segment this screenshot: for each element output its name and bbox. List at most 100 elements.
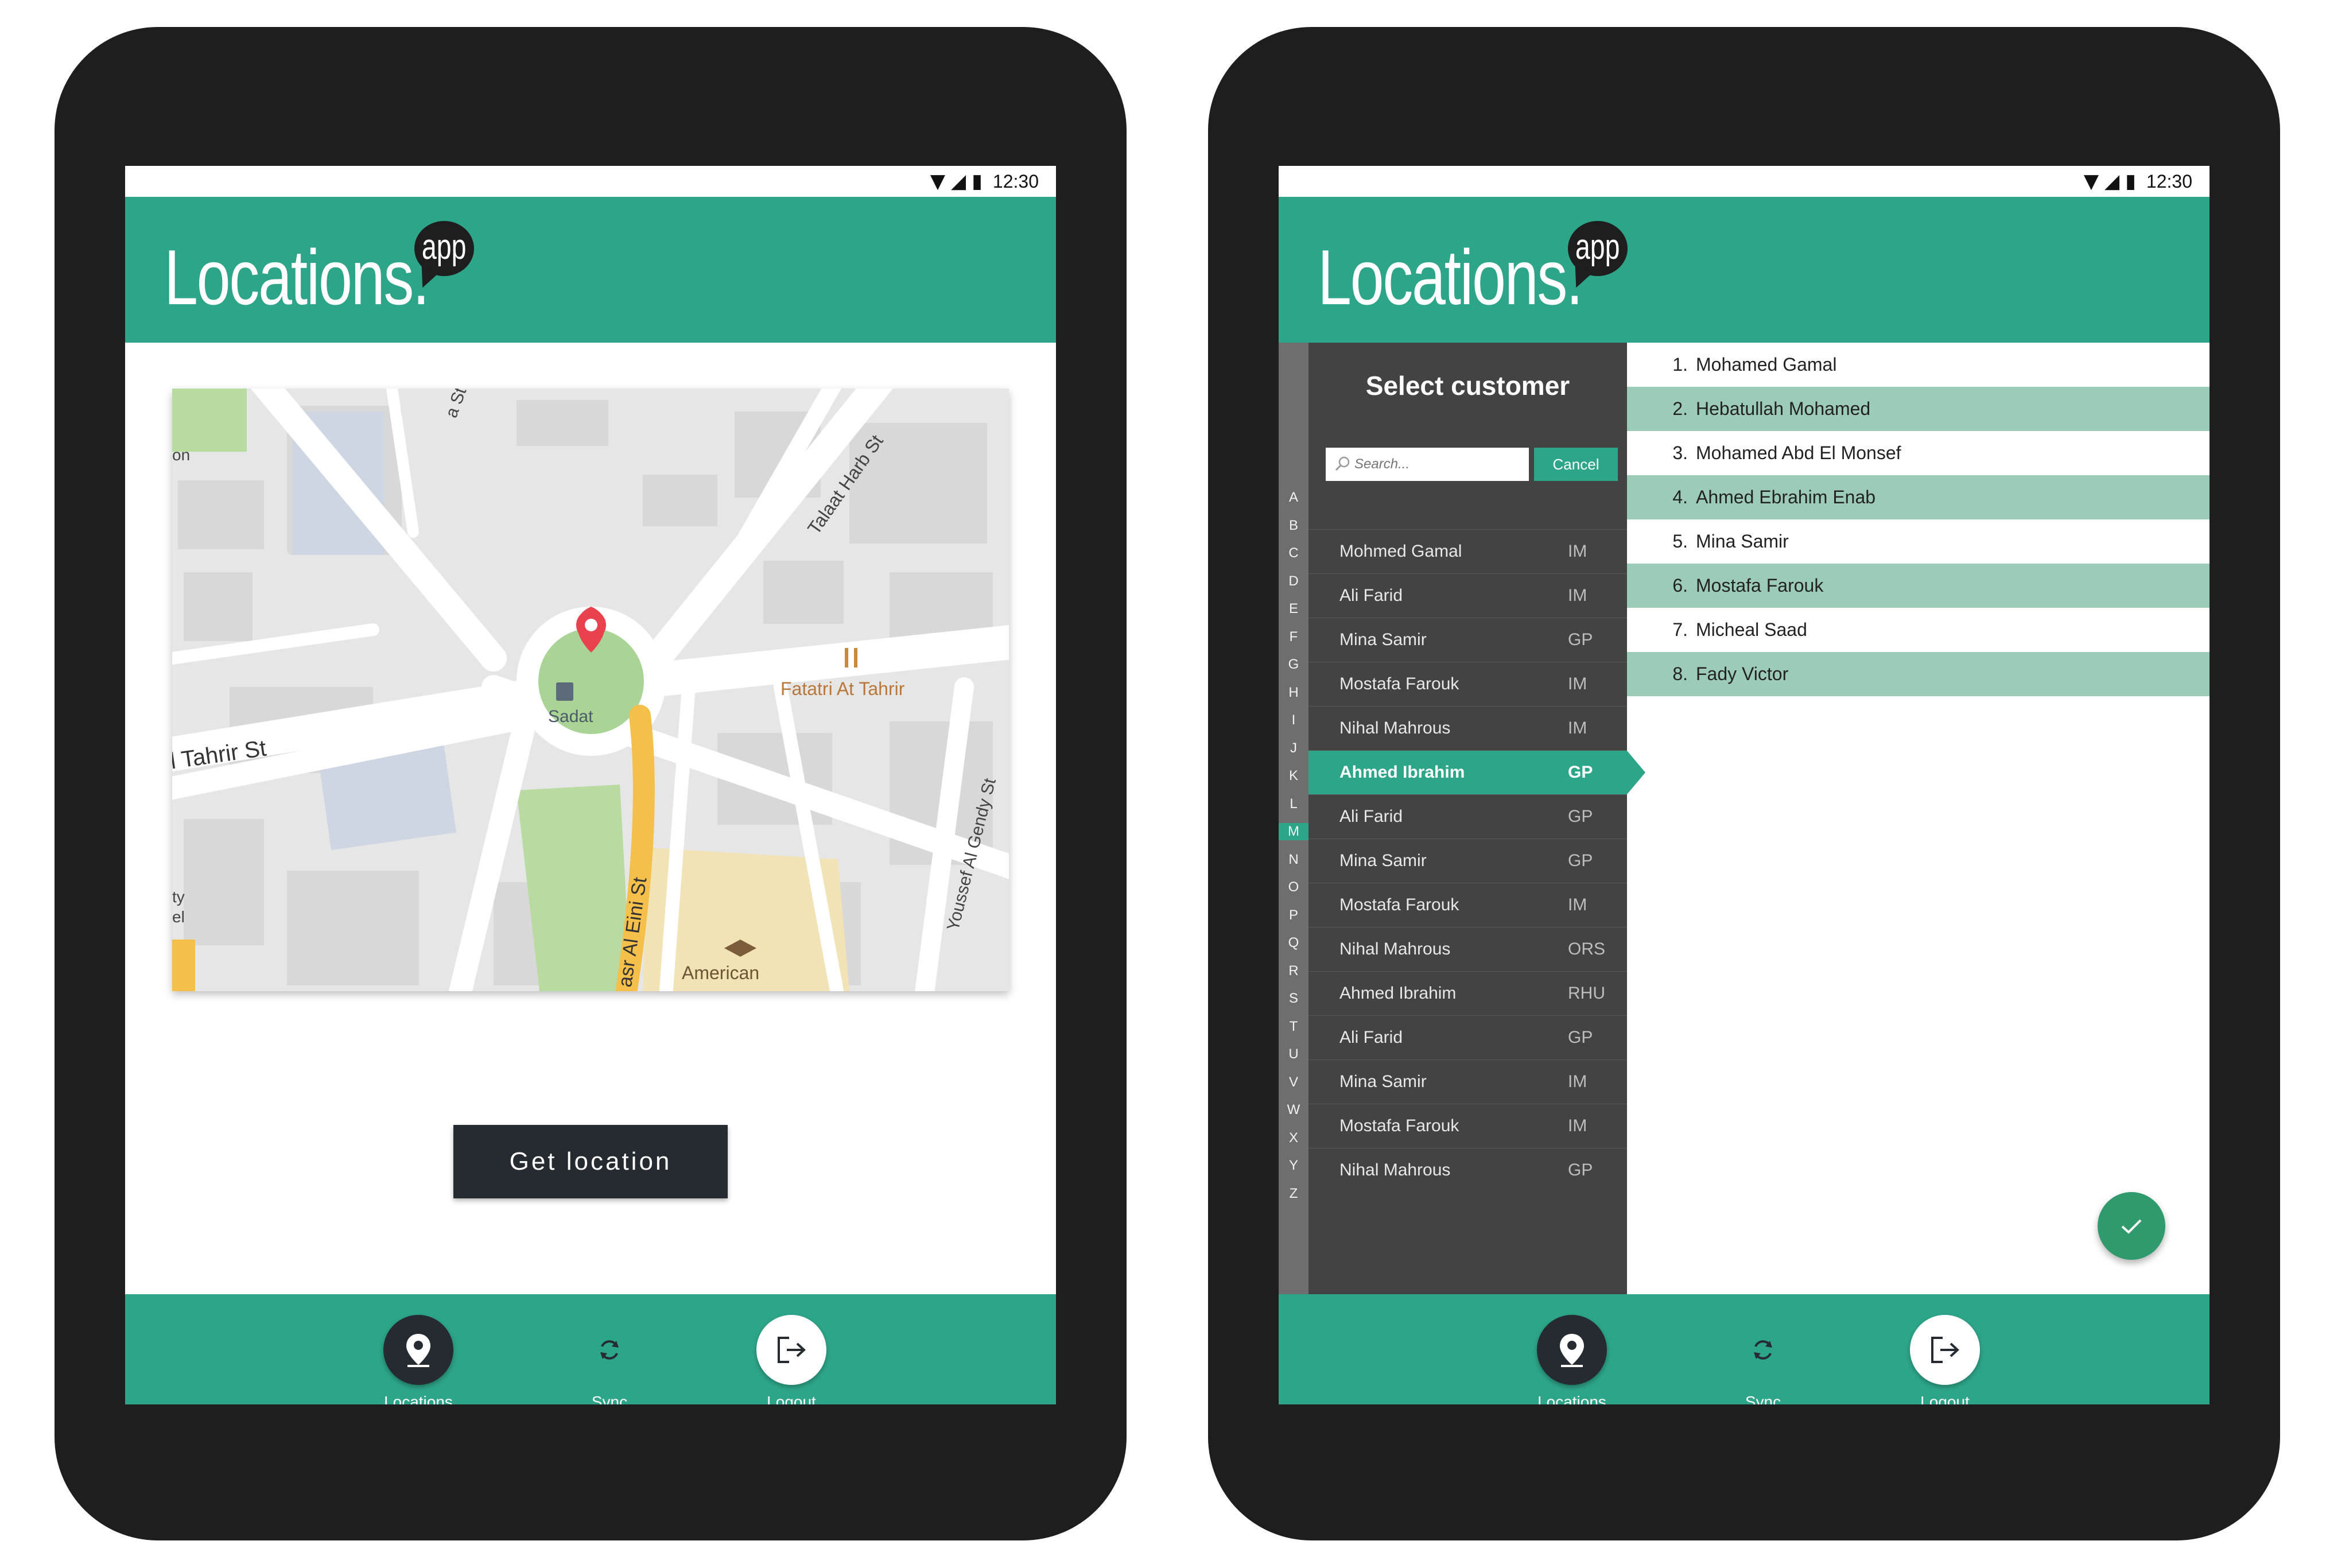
- map-pin-icon: [1560, 1334, 1584, 1367]
- alphabet-letter-c[interactable]: C: [1279, 545, 1308, 562]
- customer-name: Ali Farid: [1339, 807, 1403, 826]
- customer-code: IM: [1568, 674, 1587, 693]
- alphabet-letter-u[interactable]: U: [1279, 1046, 1308, 1063]
- battery-icon: ▮: [972, 170, 983, 193]
- alphabet-letter-t[interactable]: T: [1279, 1018, 1308, 1035]
- alphabet-letter-x[interactable]: X: [1279, 1130, 1308, 1147]
- customer-name: Ahmed Ibrahim: [1339, 984, 1457, 1003]
- nav-sync[interactable]: Sync: [1706, 1315, 1820, 1404]
- customer-row[interactable]: Mostafa Farouk IM: [1308, 662, 1627, 706]
- panel-title: Select customer: [1365, 371, 1570, 401]
- map-label-fatatri: Fatatri At Tahrir: [780, 678, 905, 699]
- alphabet-letter-w[interactable]: W: [1279, 1101, 1308, 1119]
- alphabet-letter-p[interactable]: P: [1279, 907, 1308, 924]
- selected-customer-row[interactable]: 5. Mina Samir: [1627, 519, 2209, 564]
- nav-locations-circle[interactable]: [1537, 1315, 1607, 1385]
- customer-row[interactable]: Ali Farid GP: [1308, 794, 1627, 839]
- selected-customer-number: 5.: [1672, 531, 1688, 552]
- app-logo-badge: app: [414, 221, 474, 276]
- nav-sync-circle[interactable]: [1728, 1315, 1798, 1385]
- location-screen: ▼ ◢ ▮ 12:30 Locations. app l Tahrir St T…: [125, 166, 1056, 1404]
- alphabet-letter-v[interactable]: V: [1279, 1074, 1308, 1091]
- customer-name: Mina Samir: [1339, 1072, 1427, 1091]
- nav-logout[interactable]: Logout: [1888, 1315, 2002, 1404]
- app-logo-text: Locations.: [1318, 234, 1583, 321]
- status-time: 12:30: [992, 170, 1039, 192]
- nav-sync-circle[interactable]: [574, 1315, 644, 1385]
- alphabet-letter-j[interactable]: J: [1279, 740, 1308, 757]
- selected-customer-row[interactable]: 8. Fady Victor: [1627, 652, 2209, 696]
- nav-locations-label: Locations: [384, 1393, 453, 1404]
- app-header: Locations. app: [125, 197, 1056, 343]
- nav-logout-circle[interactable]: [756, 1315, 826, 1385]
- nav-logout[interactable]: Logout: [734, 1315, 849, 1404]
- nav-locations[interactable]: Locations: [361, 1315, 476, 1404]
- nav-locations[interactable]: Locations: [1515, 1315, 1629, 1404]
- customer-row[interactable]: Ahmed Ibrahim GP: [1308, 750, 1645, 794]
- tablet-device-right: ▼ ◢ ▮ 12:30 Locations. app ABCDEFGHIJKLM…: [1208, 27, 2280, 1540]
- confirm-fab-button[interactable]: [2098, 1192, 2165, 1260]
- customer-list: Mohmed Gamal IM Ali Farid IM Mina Samir GP Mos…: [1308, 529, 1645, 1192]
- alphabet-letter-a[interactable]: A: [1279, 489, 1308, 506]
- alphabet-letter-o[interactable]: O: [1279, 879, 1308, 896]
- alphabet-letter-i[interactable]: I: [1279, 712, 1308, 729]
- customer-row[interactable]: Mohmed Gamal IM: [1308, 529, 1627, 573]
- selected-customer-row[interactable]: 3. Mohamed Abd El Monsef: [1627, 431, 2209, 475]
- customer-row[interactable]: Nihal Mahrous GP: [1308, 1148, 1627, 1192]
- alphabet-letter-y[interactable]: Y: [1279, 1157, 1308, 1174]
- customer-code: IM: [1568, 895, 1587, 914]
- status-bar: ▼ ◢ ▮ 12:30: [1279, 166, 2209, 197]
- customer-code: GP: [1568, 1161, 1593, 1179]
- alphabet-letter-f[interactable]: F: [1279, 628, 1308, 646]
- selected-customer-row[interactable]: 6. Mostafa Farouk: [1627, 564, 2209, 608]
- customer-row[interactable]: Nihal Mahrous ORS: [1308, 927, 1627, 971]
- wifi-icon: ▼: [930, 170, 946, 193]
- customer-row[interactable]: Mostafa Farouk IM: [1308, 1104, 1627, 1148]
- alphabet-letter-k[interactable]: K: [1279, 767, 1308, 785]
- search-input[interactable]: [1326, 448, 1529, 481]
- customer-row[interactable]: Mina Samir IM: [1308, 1059, 1627, 1104]
- alphabet-letter-z[interactable]: Z: [1279, 1185, 1308, 1202]
- nav-locations-circle[interactable]: [383, 1315, 453, 1385]
- alphabet-index-bar[interactable]: ABCDEFGHIJKLMNOPQRSTUVWXYZ: [1279, 343, 1308, 1294]
- alphabet-letter-e[interactable]: E: [1279, 600, 1308, 618]
- map-view[interactable]: l Tahrir St Talaat Harb St asr Al Eini S…: [172, 389, 1009, 991]
- alphabet-letter-m[interactable]: M: [1279, 823, 1308, 840]
- selected-customer-row[interactable]: 2. Hebatullah Mohamed: [1627, 387, 2209, 431]
- cancel-button[interactable]: Cancel: [1534, 448, 1618, 481]
- customer-name: Mostafa Farouk: [1339, 674, 1459, 693]
- customer-name: Mohmed Gamal: [1339, 542, 1462, 561]
- customer-row[interactable]: Mostafa Farouk IM: [1308, 883, 1627, 927]
- wifi-icon: ▼: [2083, 170, 2099, 193]
- customer-row[interactable]: Ahmed Ibrahim RHU: [1308, 971, 1627, 1015]
- alphabet-letter-l[interactable]: L: [1279, 795, 1308, 813]
- nav-sync[interactable]: Sync: [552, 1315, 667, 1404]
- status-time: 12:30: [2146, 170, 2192, 192]
- customer-row[interactable]: Ali Farid GP: [1308, 1015, 1627, 1059]
- alphabet-letter-q[interactable]: Q: [1279, 934, 1308, 952]
- customer-name: Nihal Mahrous: [1339, 1161, 1451, 1179]
- selected-customer-name: Fady Victor: [1696, 663, 1789, 684]
- logout-icon: [1931, 1337, 1959, 1363]
- alphabet-letter-g[interactable]: G: [1279, 656, 1308, 673]
- customer-row[interactable]: Mina Samir GP: [1308, 618, 1627, 662]
- customer-row[interactable]: Nihal Mahrous IM: [1308, 706, 1627, 750]
- customer-row[interactable]: Mina Samir GP: [1308, 839, 1627, 883]
- alphabet-letter-s[interactable]: S: [1279, 990, 1308, 1007]
- alphabet-letter-n[interactable]: N: [1279, 851, 1308, 868]
- customer-screen: ▼ ◢ ▮ 12:30 Locations. app ABCDEFGHIJKLM…: [1279, 166, 2209, 1404]
- nav-logout-circle[interactable]: [1910, 1315, 1980, 1385]
- get-location-button[interactable]: Get location: [453, 1125, 728, 1198]
- logout-icon: [778, 1337, 806, 1363]
- alphabet-letter-b[interactable]: B: [1279, 517, 1308, 534]
- alphabet-letter-h[interactable]: H: [1279, 684, 1308, 701]
- app-logo-badge-text: app: [422, 227, 467, 267]
- customer-code: GP: [1568, 1028, 1593, 1047]
- alphabet-letter-r[interactable]: R: [1279, 962, 1308, 980]
- selected-customer-row[interactable]: 4. Ahmed Ebrahim Enab: [1627, 475, 2209, 519]
- customer-row[interactable]: Ali Farid IM: [1308, 573, 1627, 618]
- selected-customer-row[interactable]: 1. Mohamed Gamal: [1627, 343, 2209, 387]
- alphabet-letter-d[interactable]: D: [1279, 573, 1308, 590]
- selected-customer-row[interactable]: 7. Micheal Saad: [1627, 608, 2209, 652]
- selected-customer-name: Mina Samir: [1696, 531, 1789, 552]
